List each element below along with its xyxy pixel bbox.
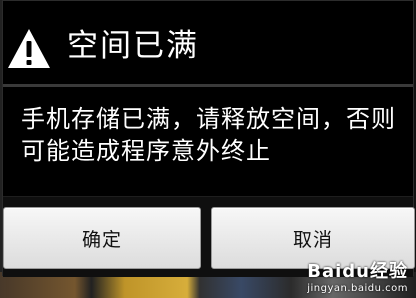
warning-icon: [8, 29, 50, 68]
dialog-title: 空间已满: [67, 28, 199, 64]
baidu-watermark: Baidu经验 jingyan.baidu.com: [307, 257, 408, 294]
dialog-title-bar: 空间已满: [3, 1, 413, 87]
dialog-message: 手机存储已满，请释放空间，否则可能造成程序意外终止: [21, 105, 396, 165]
cancel-button-label: 取消: [292, 228, 333, 251]
watermark-brand: Baidu经验: [307, 261, 408, 282]
watermark-url: jingyan.baidu.com: [307, 283, 408, 294]
confirm-button-label: 确定: [81, 228, 122, 251]
confirm-button[interactable]: 确定: [3, 207, 201, 269]
storage-full-dialog: 空间已满 手机存储已满，请释放空间，否则可能造成程序意外终止 确定 取消: [2, 0, 415, 277]
